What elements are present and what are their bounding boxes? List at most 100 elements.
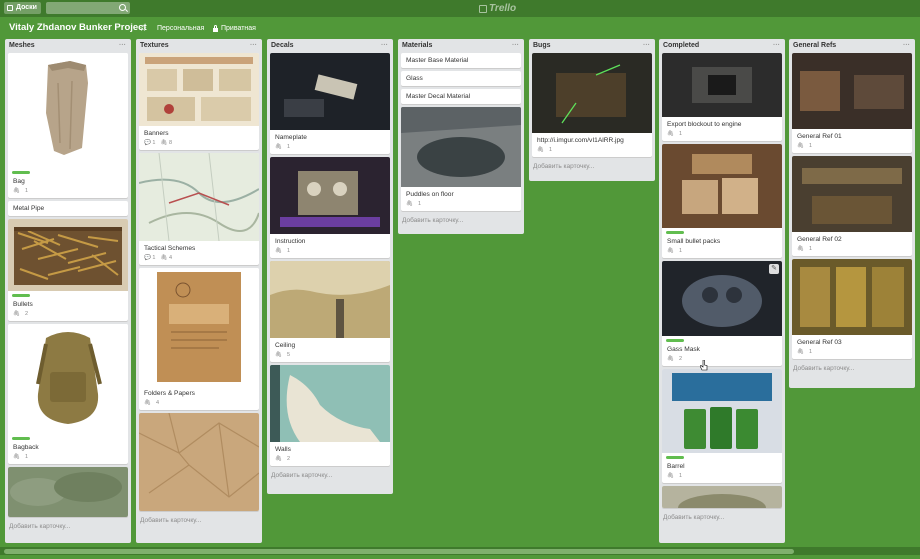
card-image — [792, 53, 912, 129]
card-badges: 🖇 1 — [667, 248, 683, 254]
card-general-ref-03[interactable]: General Ref 03 🖇 1 — [792, 259, 912, 359]
card-gass-mask[interactable]: ✎ Gass Mask 🖇 2 — [662, 261, 782, 366]
card-master-base-material[interactable]: Master Base Material — [401, 53, 521, 68]
card-barrel[interactable]: Barrel 🖇 1 — [662, 369, 782, 483]
list-title[interactable]: Meshes ··· — [5, 39, 131, 53]
card-image — [270, 53, 390, 130]
card-puddles-on-floor[interactable]: Puddles on floor 🖇 1 — [401, 107, 521, 211]
card-image — [792, 259, 912, 335]
card-title: Master Decal Material — [406, 93, 471, 100]
attachment-icon: 🖇 — [537, 147, 544, 153]
scrollbar-thumb[interactable] — [4, 549, 794, 554]
list-general-refs: General Refs ··· General Ref 01 🖇 1 Genera… — [789, 39, 915, 388]
card-bug-link[interactable]: http://i.imgur.com/vI1AlRR.jpg 🖇 1 — [532, 53, 652, 157]
list-completed: Completed ··· Export blockout to engine 🖇… — [659, 39, 785, 543]
card-title: Small bullet packs — [667, 238, 721, 245]
card-glass[interactable]: Glass — [401, 71, 521, 86]
list-menu-icon[interactable]: ··· — [119, 39, 126, 53]
card-image-partial[interactable] — [8, 467, 128, 517]
list-menu-icon[interactable]: ··· — [773, 39, 780, 53]
list-title[interactable]: Completed ··· — [659, 39, 785, 53]
card-badges: 🖇 1 — [13, 188, 29, 194]
attachment-icon: 🖇 — [13, 454, 20, 460]
card-walls[interactable]: Walls 🖇 2 — [270, 365, 390, 466]
card-master-decal-material[interactable]: Master Decal Material — [401, 89, 521, 104]
card-badges: 🖇 2 — [275, 456, 291, 462]
card-small-bullet-packs[interactable]: Small bullet packs 🖇 1 — [662, 144, 782, 258]
list-decals: Decals··· Nameplate 🖇1 Instruction 🖇1 — [267, 39, 393, 494]
card-image — [8, 467, 128, 517]
add-card-link[interactable]: Добавить карточку... — [659, 511, 785, 525]
lock-icon — [213, 24, 218, 32]
team-button[interactable]: Персональная — [157, 24, 204, 33]
list-menu-icon[interactable]: ··· — [643, 39, 650, 53]
list-menu-icon[interactable]: ··· — [250, 39, 257, 53]
card-image — [662, 261, 782, 336]
star-icon[interactable]: ☆ — [139, 23, 147, 33]
card-badges: 🖇 1 — [537, 147, 553, 153]
list-meshes: Meshes ··· Bag 🖇 1 Metal Pipe Bullets 🖇 … — [5, 39, 131, 543]
list-menu-icon[interactable]: ··· — [381, 39, 388, 53]
list-title[interactable]: Materials ··· — [398, 39, 524, 53]
add-card-link[interactable]: Добавить карточку... — [398, 214, 524, 228]
card-image-partial[interactable] — [662, 486, 782, 508]
list-title[interactable]: General Refs ··· — [789, 39, 915, 53]
list-menu-icon[interactable]: ··· — [512, 39, 519, 53]
card-metal-pipe[interactable]: Metal Pipe — [8, 201, 128, 216]
card-image — [270, 261, 390, 338]
card-badges: 🖇 5 — [275, 352, 291, 358]
list-menu-icon[interactable]: ··· — [903, 39, 910, 53]
card-image — [139, 53, 259, 126]
add-card-link[interactable]: Добавить карточку... — [529, 160, 655, 174]
card-paper-texture[interactable] — [139, 413, 259, 511]
card-tactical-schemes[interactable]: Tactical Schemes 💬 1 🖇 4 — [139, 153, 259, 265]
hand-cursor-icon — [700, 360, 708, 371]
add-card-link[interactable]: Добавить карточку... — [5, 520, 131, 534]
visibility-button[interactable]: Приватная — [213, 24, 256, 33]
add-card-link[interactable]: Добавить карточку... — [267, 469, 393, 483]
trello-logo-icon — [479, 4, 487, 13]
card-badges: 💬 1 🖇 8 — [144, 140, 173, 146]
search-input[interactable] — [46, 2, 130, 14]
card-image — [270, 365, 390, 442]
card-image — [532, 53, 652, 133]
boards-icon — [7, 5, 13, 11]
list-textures: Textures ··· Banners 💬 1 🖇 8 Tactical Sc… — [136, 39, 262, 543]
attachment-icon: 🖇 — [275, 352, 282, 358]
card-nameplate[interactable]: Nameplate 🖇 1 — [270, 53, 390, 154]
card-folders-papers[interactable]: Folders & Papers 🖇 4 — [139, 268, 259, 410]
card-title: Export blockout to engine — [667, 121, 742, 128]
card-general-ref-02[interactable]: General Ref 02 🖇 1 — [792, 156, 912, 256]
board-title[interactable]: Vitaly Zhdanov Bunker Project — [9, 22, 147, 34]
card-badges: 🖇 1 — [667, 131, 683, 137]
card-badges: 🖇 1 — [275, 144, 291, 150]
attachment-icon: 🖇 — [667, 473, 674, 479]
card-image — [139, 153, 259, 241]
list-title[interactable]: Decals ··· — [267, 39, 393, 53]
card-title: Walls — [275, 446, 291, 453]
boards-button[interactable]: Доски — [4, 2, 41, 14]
card-badges: 🖇 1 — [275, 248, 291, 254]
boards-label: Доски — [16, 4, 37, 11]
trello-logo[interactable]: Trello — [479, 3, 516, 14]
card-title: Bullets — [13, 301, 33, 308]
card-bagback[interactable]: Bagback 🖇 1 — [8, 324, 128, 464]
add-card-link[interactable]: Добавить карточку... — [789, 362, 915, 376]
card-ceiling[interactable]: Ceiling 🖇 5 — [270, 261, 390, 362]
card-image — [662, 53, 782, 117]
card-export-blockout[interactable]: Export blockout to engine 🖇 1 — [662, 53, 782, 141]
card-title: Barrel — [667, 463, 685, 470]
add-card-link[interactable]: Добавить карточку... — [136, 514, 262, 528]
list-title[interactable]: Textures ··· — [136, 39, 262, 53]
attachment-icon: 🖇 — [275, 456, 282, 462]
search-icon[interactable] — [119, 4, 126, 11]
card-bullets[interactable]: Bullets 🖇 2 — [8, 219, 128, 321]
list-title[interactable]: Bugs ··· — [529, 39, 655, 53]
edit-card-icon[interactable]: ✎ — [769, 264, 779, 274]
card-bag[interactable]: Bag 🖇 1 — [8, 53, 128, 198]
card-badges: 🖇 2 — [667, 356, 683, 362]
card-general-ref-01[interactable]: General Ref 01 🖇 1 — [792, 53, 912, 153]
card-badges: 🖇 1 — [406, 201, 422, 207]
card-instruction[interactable]: Instruction 🖇 1 — [270, 157, 390, 258]
card-banners[interactable]: Banners 💬 1 🖇 8 — [139, 53, 259, 150]
